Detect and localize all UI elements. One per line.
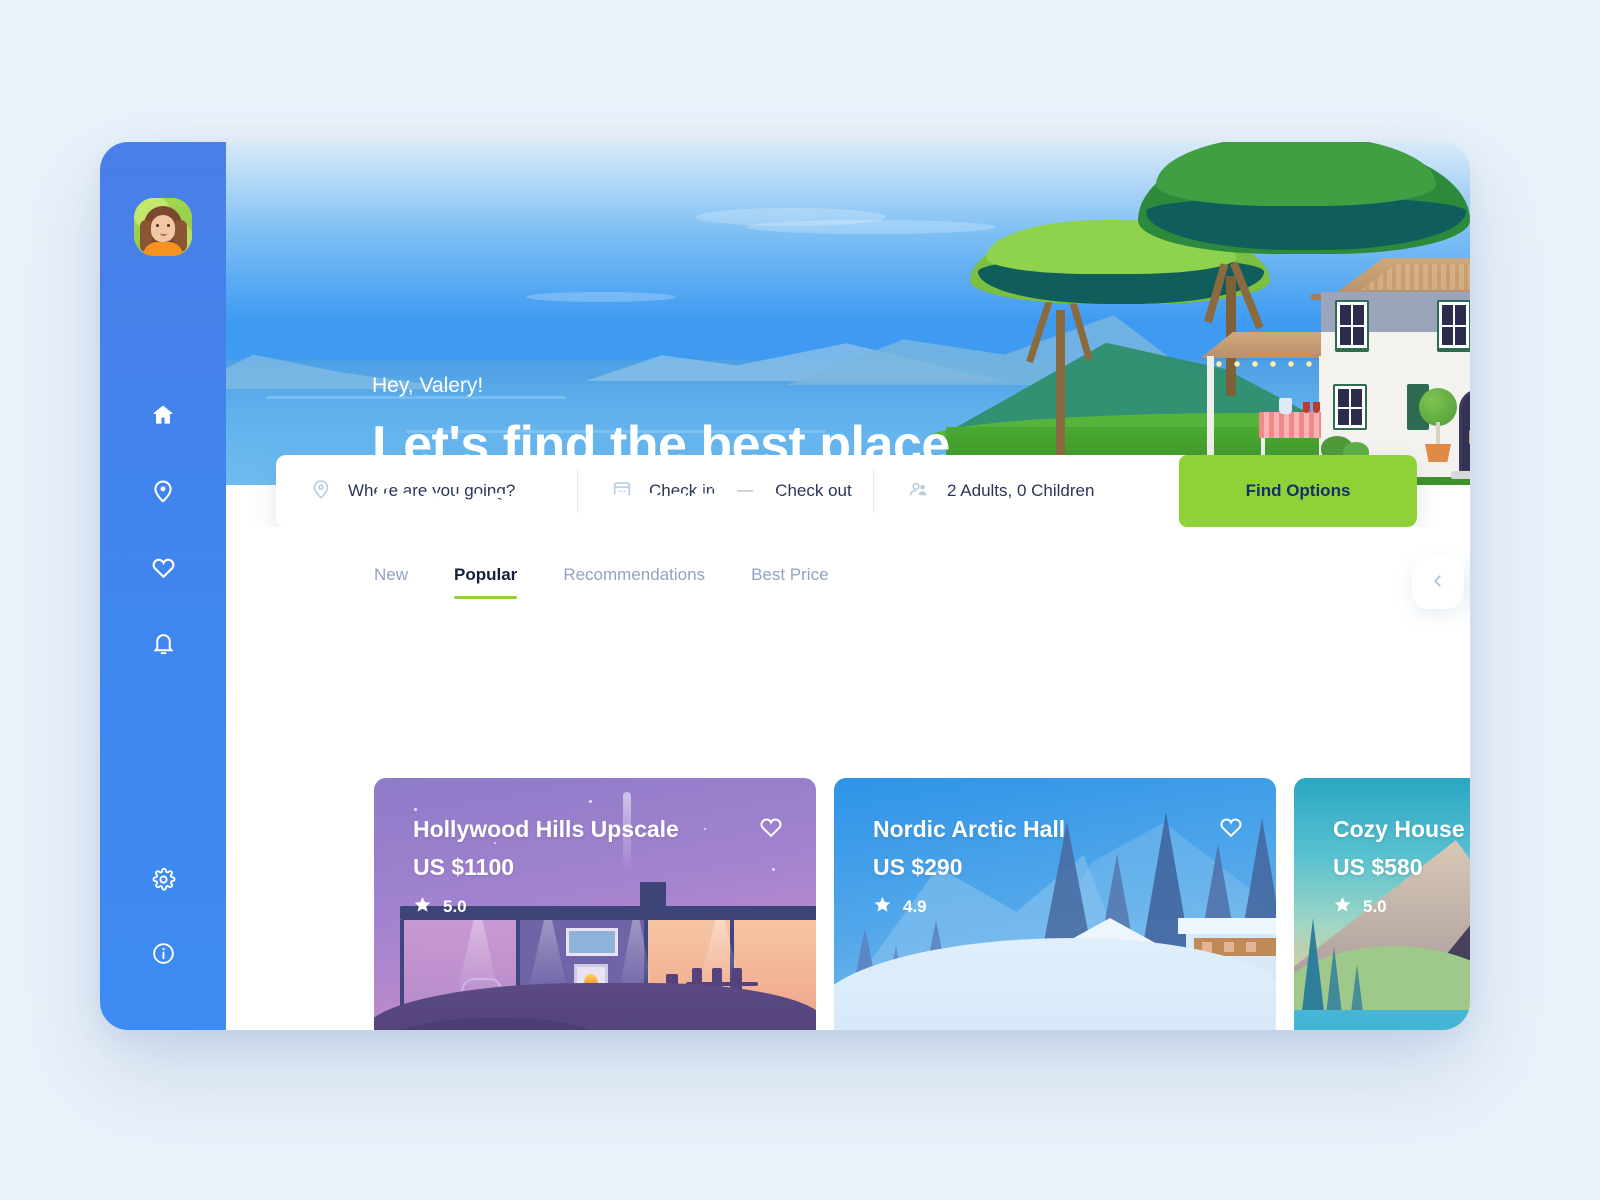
sidebar-item-explore[interactable]	[146, 474, 180, 508]
tab-popular[interactable]: Popular	[454, 565, 518, 599]
cloud	[526, 292, 676, 302]
location-pin-icon	[310, 478, 332, 505]
star-icon	[873, 895, 892, 919]
property-card-list: Hollywood Hills Upscale US $1100 5.0 Nor…	[226, 637, 1470, 1030]
card-rating-value: 5.0	[1363, 897, 1387, 916]
avatar[interactable]	[134, 198, 192, 256]
search-dates-field[interactable]: Check in — Check out	[577, 455, 873, 527]
water-jug	[1279, 398, 1292, 414]
card-favorite-button[interactable]	[758, 814, 784, 845]
sidebar	[100, 142, 226, 1030]
gear-icon	[151, 867, 176, 892]
chevron-left-icon	[1429, 572, 1447, 595]
card-rating: 5.0	[413, 895, 467, 919]
find-options-button[interactable]: Find Options	[1179, 455, 1417, 527]
calendar-icon	[611, 478, 633, 505]
card-rating: 4.9	[873, 895, 927, 919]
category-tabs: New Popular Recommendations Best Price	[374, 565, 829, 599]
carousel-prev-button[interactable]	[1412, 557, 1464, 609]
window	[1335, 386, 1365, 428]
tab-new[interactable]: New	[374, 565, 408, 599]
people-icon	[907, 477, 931, 506]
tabs-row: New Popular Recommendations Best Price	[226, 527, 1470, 637]
property-card[interactable]: Hollywood Hills Upscale US $1100 5.0	[374, 778, 816, 1030]
sidebar-item-favorites[interactable]	[146, 550, 180, 584]
window	[1439, 302, 1469, 348]
heart-icon	[1218, 818, 1244, 844]
door-step	[1451, 471, 1470, 479]
card-price: US $580	[1333, 854, 1423, 880]
avatar-eye-left	[156, 224, 159, 227]
home-icon	[150, 402, 176, 428]
card-rating-value: 4.9	[903, 897, 927, 916]
sidebar-nav-primary	[146, 398, 180, 660]
search-location-placeholder: Where are you going?	[348, 481, 516, 500]
bell-icon	[151, 631, 176, 656]
sidebar-item-settings[interactable]	[146, 862, 180, 896]
window	[1337, 302, 1367, 348]
cloud	[746, 220, 996, 234]
card-title: Hollywood Hills Upscale	[413, 816, 679, 842]
guests-value: 2 Adults, 0 Children	[947, 481, 1095, 500]
sidebar-item-notifications[interactable]	[146, 626, 180, 660]
card-price: US $1100	[413, 854, 515, 880]
star-icon	[413, 895, 432, 919]
door-handle	[1469, 430, 1470, 444]
card-rating: 5.0	[1333, 895, 1387, 919]
search-bar: Where are you going? Check in — Check ou…	[276, 455, 1417, 527]
avatar-eye-right	[167, 224, 170, 227]
villa-illustration	[1201, 244, 1470, 485]
card-title: Nordic Arctic Hall	[873, 816, 1066, 842]
patio-table	[1259, 412, 1327, 438]
avatar-shirt	[143, 242, 183, 256]
search-guests-field[interactable]: 2 Adults, 0 Children	[873, 455, 1179, 527]
card-price: US $290	[873, 854, 963, 880]
heart-icon	[150, 554, 177, 581]
wine-glass	[1303, 402, 1310, 413]
heart-icon	[758, 818, 784, 844]
date-separator: —	[737, 482, 754, 499]
front-door	[1459, 389, 1470, 473]
wine-glass	[1313, 402, 1320, 413]
card-title: Cozy House in Krimo	[1333, 816, 1470, 842]
card-favorite-button[interactable]	[1218, 814, 1244, 845]
sidebar-nav-secondary	[146, 862, 180, 970]
location-pin-icon	[150, 478, 176, 504]
sidebar-item-home[interactable]	[146, 398, 180, 432]
tab-recommendations[interactable]: Recommendations	[563, 565, 705, 599]
card-rating-value: 5.0	[443, 897, 467, 916]
topiary-plant	[1419, 388, 1457, 462]
property-card[interactable]: Cozy House in Krimo US $580 5.0 Monteneg…	[1294, 778, 1470, 1030]
avatar-face	[151, 215, 175, 242]
check-out-label: Check out	[775, 481, 852, 500]
tab-best-price[interactable]: Best Price	[751, 565, 828, 599]
property-card[interactable]: Nordic Arctic Hall US $290 4.9	[834, 778, 1276, 1030]
search-location-field[interactable]: Where are you going?	[276, 455, 577, 527]
hero-banner	[226, 142, 1470, 485]
star-icon	[1333, 895, 1352, 919]
app-window: Where are you going? Check in — Check ou…	[100, 142, 1470, 1030]
sidebar-item-info[interactable]	[146, 936, 180, 970]
info-icon	[151, 941, 176, 966]
check-in-label: Check in	[649, 481, 716, 500]
